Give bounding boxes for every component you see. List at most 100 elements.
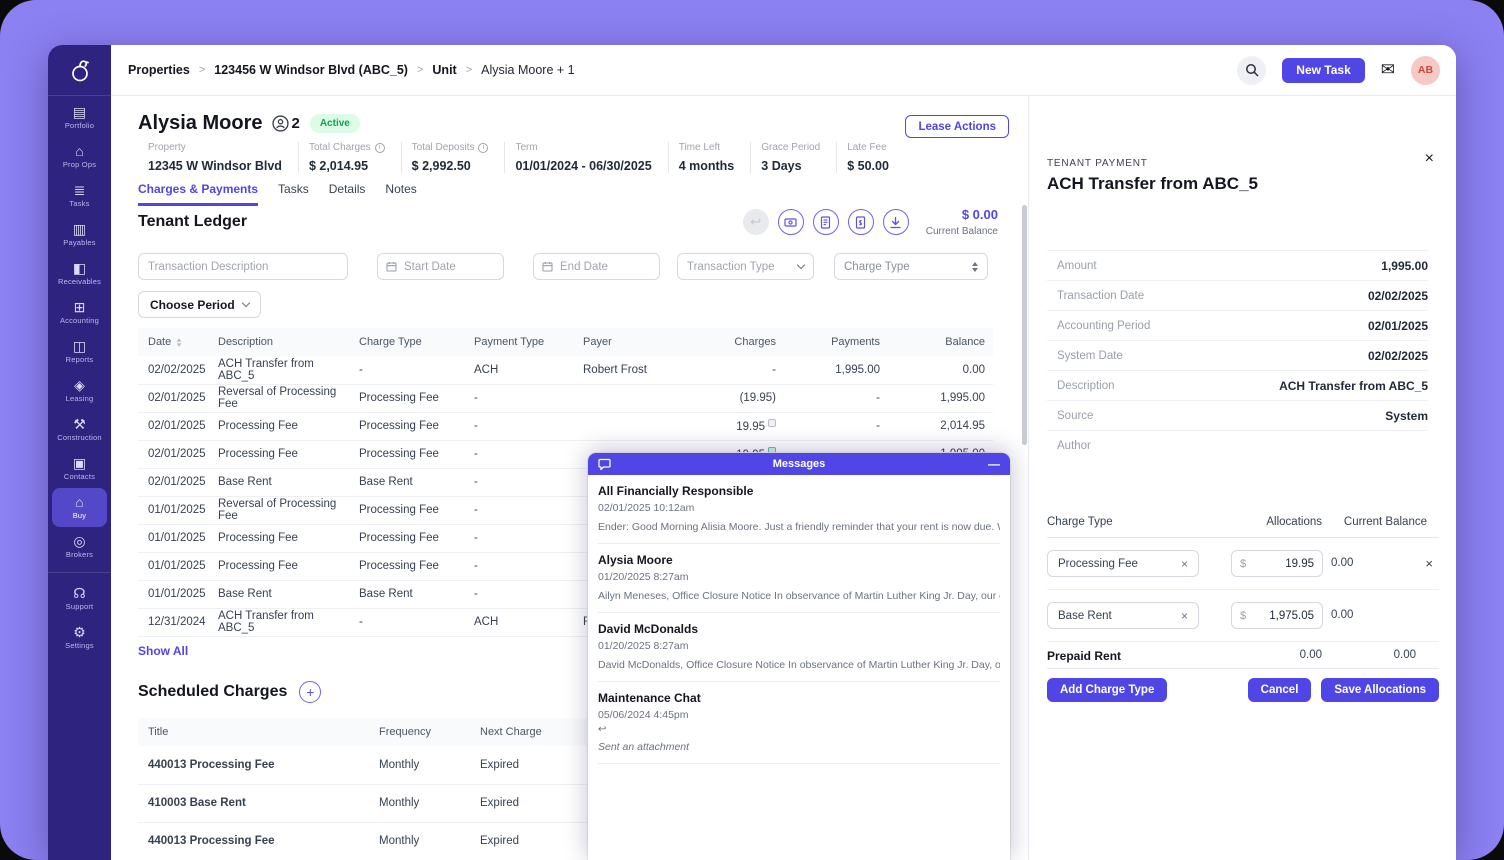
stat-item: Property 12345 W Windsor Blvd [138, 142, 299, 173]
allocation-amount-input[interactable] [1250, 558, 1314, 570]
charge-type-combobox[interactable]: Charge Type [834, 253, 988, 280]
allocation-amount-field[interactable]: $ [1231, 602, 1323, 629]
vertical-scrollbar[interactable] [1022, 205, 1027, 445]
cancel-button[interactable]: Cancel [1248, 678, 1312, 702]
tab[interactable]: Charges & Payments [138, 182, 258, 206]
transaction-link[interactable]: Reversal of Processing Fee [214, 496, 355, 524]
transaction-link[interactable]: Base Rent [214, 580, 355, 608]
transaction-link[interactable]: Processing Fee [214, 412, 355, 440]
sidebar-item[interactable]: ⊞ Accounting [52, 293, 107, 332]
app-logo[interactable] [48, 45, 111, 96]
undo-button[interactable]: ↩ [743, 209, 769, 235]
table-row[interactable]: 02/01/2025 Reversal of Processing Fee Pr… [138, 384, 993, 412]
transaction-link[interactable]: Processing Fee [214, 440, 355, 468]
search-icon [1245, 63, 1259, 77]
sidebar-item-label: Portfolio [65, 121, 94, 130]
tab[interactable]: Details [329, 182, 366, 206]
charge-type-chip[interactable]: Processing Fee × [1047, 550, 1199, 577]
table-row[interactable]: 02/02/2025 ACH Transfer from ABC_5 - ACH… [138, 356, 993, 384]
prepaid-rent-row: Prepaid Rent 0.00 0.00 [1047, 642, 1439, 669]
choose-period-button[interactable]: Choose Period [138, 291, 261, 318]
chip-clear-icon[interactable]: × [1181, 557, 1188, 571]
message-list-item[interactable]: All Financially Responsible 02/01/2025 1… [598, 475, 1000, 544]
breadcrumb-item-tenant[interactable]: Alysia Moore + 1 [481, 63, 574, 77]
message-list-item[interactable]: Maintenance Chat 05/06/2024 4:45pm ↩ Sen… [598, 682, 1000, 764]
sidebar-item[interactable]: ◈ Leasing [52, 371, 107, 410]
start-date-input[interactable] [377, 253, 504, 280]
transaction-type-select[interactable]: Transaction Type [677, 253, 814, 280]
charge-type-chip[interactable]: Base Rent × [1047, 602, 1199, 629]
mail-icon[interactable]: ✉ [1381, 60, 1395, 80]
sidebar-item[interactable]: ⚙ Settings [52, 618, 107, 657]
stat-label: Time Left [679, 142, 720, 153]
message-list-item[interactable]: Alysia Moore 01/20/2025 8:27am Ailyn Men… [598, 544, 1000, 613]
sidebar-item[interactable]: ▣ Contacts [52, 449, 107, 488]
sidebar-item[interactable]: ⌂ Buy [52, 488, 107, 527]
allocation-amount-input[interactable] [1250, 610, 1314, 622]
tab[interactable]: Notes [385, 182, 416, 206]
add-charge-type-button[interactable]: Add Charge Type [1047, 678, 1167, 702]
scheduled-charge-link[interactable]: 440013 Processing Fee [138, 746, 369, 784]
remove-allocation-icon[interactable]: × [1425, 556, 1433, 571]
column-header-date[interactable]: Date [138, 328, 214, 356]
breadcrumb-item-properties[interactable]: Properties [128, 63, 190, 77]
transaction-link[interactable]: Processing Fee [214, 524, 355, 552]
column-header-frequency: Frequency [369, 718, 470, 746]
sidebar-item[interactable]: ≣ Tasks [52, 176, 107, 215]
sidebar-item[interactable]: ☊ Support [52, 579, 107, 618]
sidebar-item[interactable]: ◧ Receivables [52, 254, 107, 293]
chip-clear-icon[interactable]: × [1181, 609, 1188, 623]
sidebar-item[interactable]: ⌂ Prop Ops [52, 137, 107, 176]
message-list-item[interactable]: David McDonalds 01/20/2025 8:27am David … [598, 613, 1000, 682]
allocation-amount-field[interactable]: $ [1231, 550, 1323, 577]
save-allocations-button[interactable]: Save Allocations [1321, 678, 1439, 702]
breadcrumb-item-property[interactable]: 123456 W Windsor Blvd (ABC_5) [214, 63, 408, 77]
receipt-button[interactable] [848, 209, 874, 235]
cell-charge-type: Base Rent [355, 580, 470, 608]
transaction-description-input[interactable] [138, 253, 348, 280]
download-icon [889, 216, 902, 229]
transaction-link[interactable]: ACH Transfer from ABC_5 [214, 356, 355, 384]
new-task-button[interactable]: New Task [1282, 58, 1364, 83]
sidebar-item[interactable]: ⚒ Construction [52, 410, 107, 449]
cell-date: 02/01/2025 [138, 384, 214, 412]
transaction-link[interactable]: Base Rent [214, 468, 355, 496]
sidebar-item[interactable]: ▤ Portfolio [52, 98, 107, 137]
purple-backdrop: ▤ Portfolio ⌂ Prop Ops ≣ Tasks [0, 0, 1504, 860]
cell-charges: (19.95) [674, 384, 784, 412]
cell-payment-type: - [470, 580, 579, 608]
download-button[interactable] [883, 209, 909, 235]
occupants[interactable]: 2 [272, 115, 299, 132]
sidebar-item[interactable]: ▥ Payables [52, 215, 107, 254]
scheduled-charge-link[interactable]: 440013 Processing Fee [138, 822, 369, 860]
sidebar-item-label: Accounting [60, 316, 99, 325]
avatar[interactable]: AB [1411, 56, 1440, 85]
payment-button[interactable] [778, 209, 804, 235]
add-scheduled-charge-button[interactable]: + [299, 681, 321, 703]
scheduled-charge-link[interactable]: 410003 Base Rent [138, 784, 369, 822]
show-all-link[interactable]: Show All [138, 644, 188, 658]
transaction-link[interactable]: Reversal of Processing Fee [214, 384, 355, 412]
tab[interactable]: Tasks [278, 182, 309, 206]
minimize-icon[interactable]: — [988, 459, 1000, 469]
stat-item: Total Deposits $ 2,992.50 [402, 142, 506, 173]
sidebar-item[interactable]: ◫ Reports [52, 332, 107, 371]
sidebar-item[interactable]: ◎ Brokers [52, 527, 107, 566]
messages-titlebar[interactable]: Messages — [588, 453, 1010, 475]
page-title: Alysia Moore [138, 112, 262, 135]
invoice-button[interactable] [813, 209, 839, 235]
end-date-input[interactable] [533, 253, 660, 280]
close-icon[interactable]: × [1425, 151, 1434, 167]
transaction-link[interactable]: ACH Transfer from ABC_5 [214, 608, 355, 636]
cell-charge-type: Base Rent [355, 468, 470, 496]
breadcrumb-item-unit[interactable]: Unit [432, 63, 456, 77]
table-row[interactable]: 02/01/2025 Processing Fee Processing Fee… [138, 412, 993, 440]
transaction-link[interactable]: Processing Fee [214, 552, 355, 580]
lease-actions-button[interactable]: Lease Actions [905, 115, 1009, 138]
cell-charge-type: - [355, 356, 470, 384]
tenant-title-row: Alysia Moore 2 Active [138, 112, 360, 135]
info-icon[interactable] [375, 143, 385, 153]
search-button[interactable] [1237, 56, 1266, 85]
allocation-row: Processing Fee × $ 0.00 × [1047, 538, 1439, 590]
info-icon[interactable] [478, 143, 488, 153]
